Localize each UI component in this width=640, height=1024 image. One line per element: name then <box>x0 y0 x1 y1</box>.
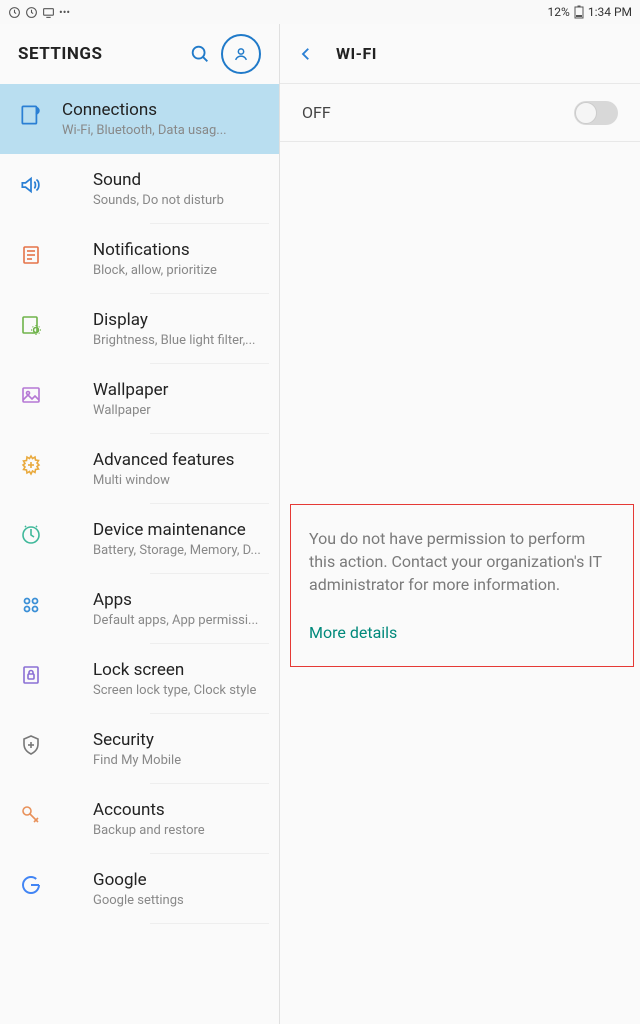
setting-notifications[interactable]: Notifications Block, allow, prioritize <box>75 224 279 294</box>
setting-sub: Block, allow, prioritize <box>93 263 261 278</box>
setting-google[interactable]: Google Google settings <box>75 854 279 924</box>
setting-connections[interactable]: Connections Wi-Fi, Bluetooth, Data usag.… <box>0 84 279 154</box>
google-icon <box>18 872 44 898</box>
display-icon <box>18 312 44 338</box>
setting-title: Lock screen <box>93 660 261 680</box>
search-icon[interactable] <box>189 43 211 65</box>
setting-title: Sound <box>93 170 261 190</box>
setting-sub: Default apps, App permissi... <box>93 613 261 628</box>
connections-icon <box>18 102 44 128</box>
device-maintenance-icon <box>18 522 44 548</box>
settings-header: SETTINGS <box>0 24 279 84</box>
apps-icon <box>18 592 44 618</box>
settings-title: SETTINGS <box>18 44 179 64</box>
more-icon: ••• <box>59 6 70 19</box>
wallpaper-icon <box>18 382 44 408</box>
key-icon <box>18 802 44 828</box>
profile-button[interactable] <box>221 34 261 74</box>
setting-title: Accounts <box>93 800 261 820</box>
sync-icon <box>8 6 21 19</box>
setting-sub: Brightness, Blue light filter,... <box>93 333 261 348</box>
shield-icon <box>18 732 44 758</box>
setting-wallpaper[interactable]: Wallpaper Wallpaper <box>75 364 279 434</box>
permission-warning: You do not have permission to perform th… <box>290 504 634 667</box>
lock-icon <box>18 662 44 688</box>
setting-title: Wallpaper <box>93 380 261 400</box>
setting-display[interactable]: Display Brightness, Blue light filter,..… <box>75 294 279 364</box>
sync-icon-2 <box>25 6 38 19</box>
wifi-toggle[interactable] <box>574 101 618 125</box>
setting-security[interactable]: Security Find My Mobile <box>75 714 279 784</box>
settings-sidebar: SETTINGS Connections Wi-Fi, Bluetooth, D… <box>0 24 280 1024</box>
permission-message: You do not have permission to perform th… <box>309 527 615 597</box>
notifications-icon <box>18 242 44 268</box>
back-button[interactable] <box>292 40 320 68</box>
setting-sub: Google settings <box>93 893 261 908</box>
wifi-toggle-row: OFF <box>280 84 640 142</box>
status-bar: ••• 12% 1:34 PM <box>0 0 640 24</box>
detail-title: WI-FI <box>336 44 377 63</box>
setting-sub: Find My Mobile <box>93 753 261 768</box>
setting-sub: Sounds, Do not disturb <box>93 193 261 208</box>
setting-sub: Wallpaper <box>93 403 261 418</box>
detail-header: WI-FI <box>280 24 640 84</box>
setting-title: Display <box>93 310 261 330</box>
setting-sub: Battery, Storage, Memory, D... <box>93 543 261 558</box>
setting-title: Connections <box>62 100 261 120</box>
status-left: ••• <box>8 6 70 19</box>
status-right: 12% 1:34 PM <box>548 5 632 19</box>
advanced-icon <box>18 452 44 478</box>
settings-list: Connections Wi-Fi, Bluetooth, Data usag.… <box>0 84 279 1024</box>
setting-title: Advanced features <box>93 450 261 470</box>
setting-sub: Multi window <box>93 473 261 488</box>
setting-sub: Backup and restore <box>93 823 261 838</box>
setting-sub: Screen lock type, Clock style <box>93 683 261 698</box>
setting-title: Device maintenance <box>93 520 261 540</box>
setting-accounts[interactable]: Accounts Backup and restore <box>75 784 279 854</box>
more-details-link[interactable]: More details <box>309 623 615 642</box>
battery-percent: 12% <box>548 5 570 19</box>
setting-lock-screen[interactable]: Lock screen Screen lock type, Clock styl… <box>75 644 279 714</box>
clock-time: 1:34 PM <box>588 5 632 19</box>
wifi-toggle-label: OFF <box>302 103 331 122</box>
setting-title: Apps <box>93 590 261 610</box>
setting-device-maintenance[interactable]: Device maintenance Battery, Storage, Mem… <box>75 504 279 574</box>
battery-icon <box>574 5 584 19</box>
setting-title: Google <box>93 870 261 890</box>
sound-icon <box>18 172 44 198</box>
setting-title: Notifications <box>93 240 261 260</box>
setting-apps[interactable]: Apps Default apps, App permissi... <box>75 574 279 644</box>
cast-icon <box>42 6 55 19</box>
setting-sound[interactable]: Sound Sounds, Do not disturb <box>75 154 279 224</box>
setting-advanced[interactable]: Advanced features Multi window <box>75 434 279 504</box>
setting-title: Security <box>93 730 261 750</box>
detail-panel: WI-FI OFF You do not have permission to … <box>280 24 640 1024</box>
setting-sub: Wi-Fi, Bluetooth, Data usag... <box>62 123 261 138</box>
